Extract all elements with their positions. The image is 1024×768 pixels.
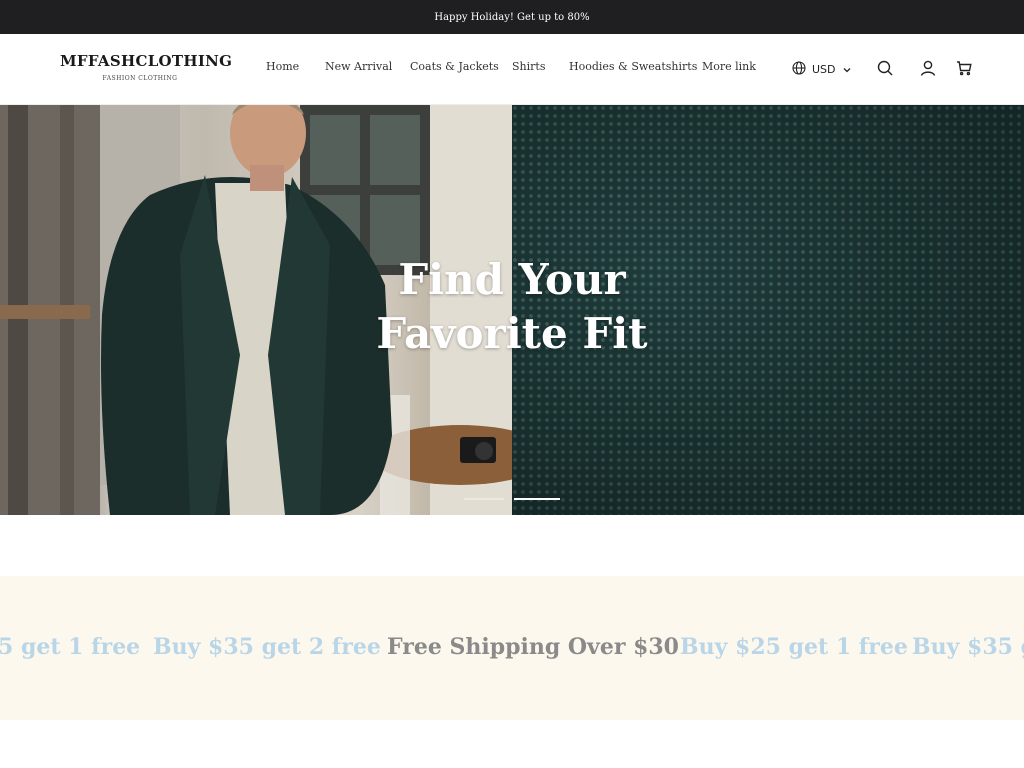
brand-name: MFFASHCLOTHING [60, 52, 233, 70]
slide-indicator-1[interactable] [464, 498, 504, 500]
nav-more-link[interactable]: More link [702, 60, 756, 73]
site-header: MFFASHCLOTHING FASHION CLOTHING Home New… [0, 34, 1024, 105]
announcement-text: Happy Holiday! Get up to 80% [434, 11, 590, 23]
hero-banner[interactable]: Find Your Favorite Fit [0, 105, 1024, 515]
marquee-item: Free Shipping Over $30 [387, 634, 679, 660]
marquee-item: 5 get 1 free [0, 634, 141, 660]
marquee-item: Buy $35 g [912, 634, 1024, 660]
nav-new-arrival[interactable]: New Arrival [325, 60, 392, 73]
currency-selector[interactable]: USD [792, 60, 852, 79]
hero-title-line1: Find Your [398, 255, 626, 304]
brand-tagline: FASHION CLOTHING [102, 75, 178, 82]
hero-title-line2: Favorite Fit [376, 309, 648, 358]
slide-indicator-2[interactable] [514, 498, 560, 500]
nav-hoodies-sweatshirts[interactable]: Hoodies & Sweatshirts [569, 60, 697, 73]
account-icon[interactable] [919, 59, 937, 77]
nav-shirts[interactable]: Shirts [512, 60, 545, 73]
currency-label: USD [812, 63, 836, 76]
promo-marquee: 5 get 1 free Buy $35 get 2 free Free Shi… [0, 576, 1024, 720]
hero-title: Find Your Favorite Fit [312, 253, 712, 361]
nav-home[interactable]: Home [266, 60, 299, 73]
announcement-bar: Happy Holiday! Get up to 80% [0, 0, 1024, 34]
cart-icon[interactable] [955, 59, 973, 77]
search-icon[interactable] [876, 59, 894, 77]
chevron-down-icon [842, 60, 852, 79]
site-logo[interactable]: MFFASHCLOTHING FASHION CLOTHING [60, 52, 233, 82]
globe-icon [792, 60, 806, 79]
nav-coats-jackets[interactable]: Coats & Jackets [410, 60, 499, 73]
marquee-item: Buy $35 get 2 free [153, 634, 381, 660]
marquee-item: Buy $25 get 1 free [680, 634, 908, 660]
